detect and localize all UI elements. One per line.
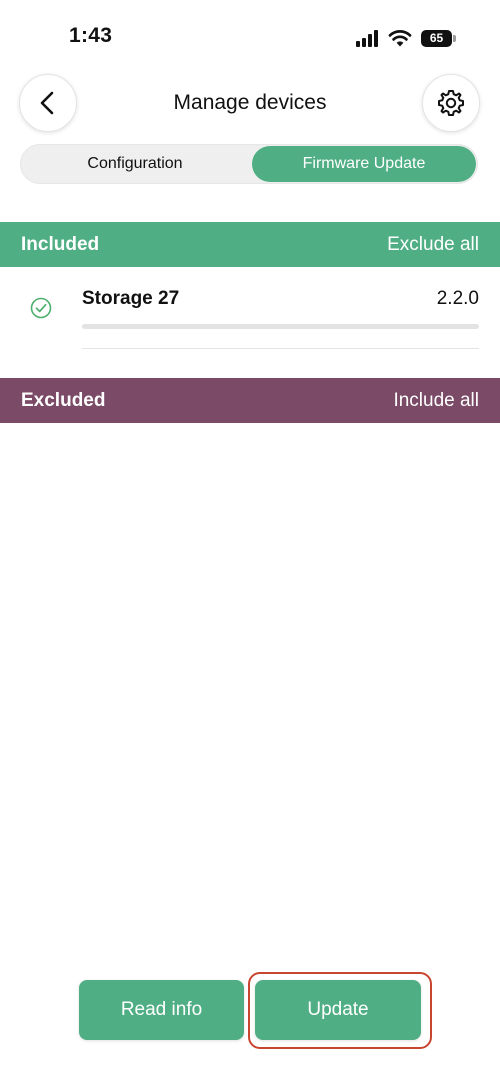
header: Manage devices: [0, 74, 500, 136]
tab-configuration[interactable]: Configuration: [22, 146, 248, 182]
page-title: Manage devices: [173, 91, 327, 114]
device-row[interactable]: Storage 27 2.2.0: [0, 267, 500, 351]
update-button-highlight: [248, 972, 432, 1049]
included-title: Included: [21, 233, 100, 255]
included-section-header: Included Exclude all: [0, 222, 500, 267]
device-name: Storage 27: [82, 288, 180, 309]
status-bar: 1:43 65: [0, 0, 500, 76]
excluded-section-header: Excluded Include all: [0, 378, 500, 423]
status-time: 1:43: [69, 24, 113, 47]
battery-level: 65: [429, 31, 444, 45]
chevron-left-icon: [40, 91, 54, 115]
check-circle-icon: [30, 297, 52, 319]
cellular-signal-icon: [356, 29, 378, 47]
include-all-button[interactable]: Include all: [393, 390, 479, 412]
tab-firmware-update[interactable]: Firmware Update: [252, 146, 476, 182]
settings-button[interactable]: [422, 74, 480, 132]
device-progress-bar: [82, 324, 479, 329]
back-button[interactable]: [19, 74, 77, 132]
status-icons: 65: [356, 26, 456, 50]
read-info-button[interactable]: Read info: [79, 980, 244, 1040]
excluded-title: Excluded: [21, 389, 106, 411]
segmented-control: Configuration Firmware Update: [20, 144, 478, 184]
row-divider: [82, 348, 479, 349]
wifi-icon: [388, 30, 412, 47]
battery-icon: 65: [421, 29, 456, 47]
gear-icon: [438, 90, 464, 116]
device-version: 2.2.0: [436, 288, 479, 309]
exclude-all-button[interactable]: Exclude all: [387, 234, 479, 256]
screen: 1:43 65 Manage devices Configuration Fir…: [0, 0, 500, 1084]
